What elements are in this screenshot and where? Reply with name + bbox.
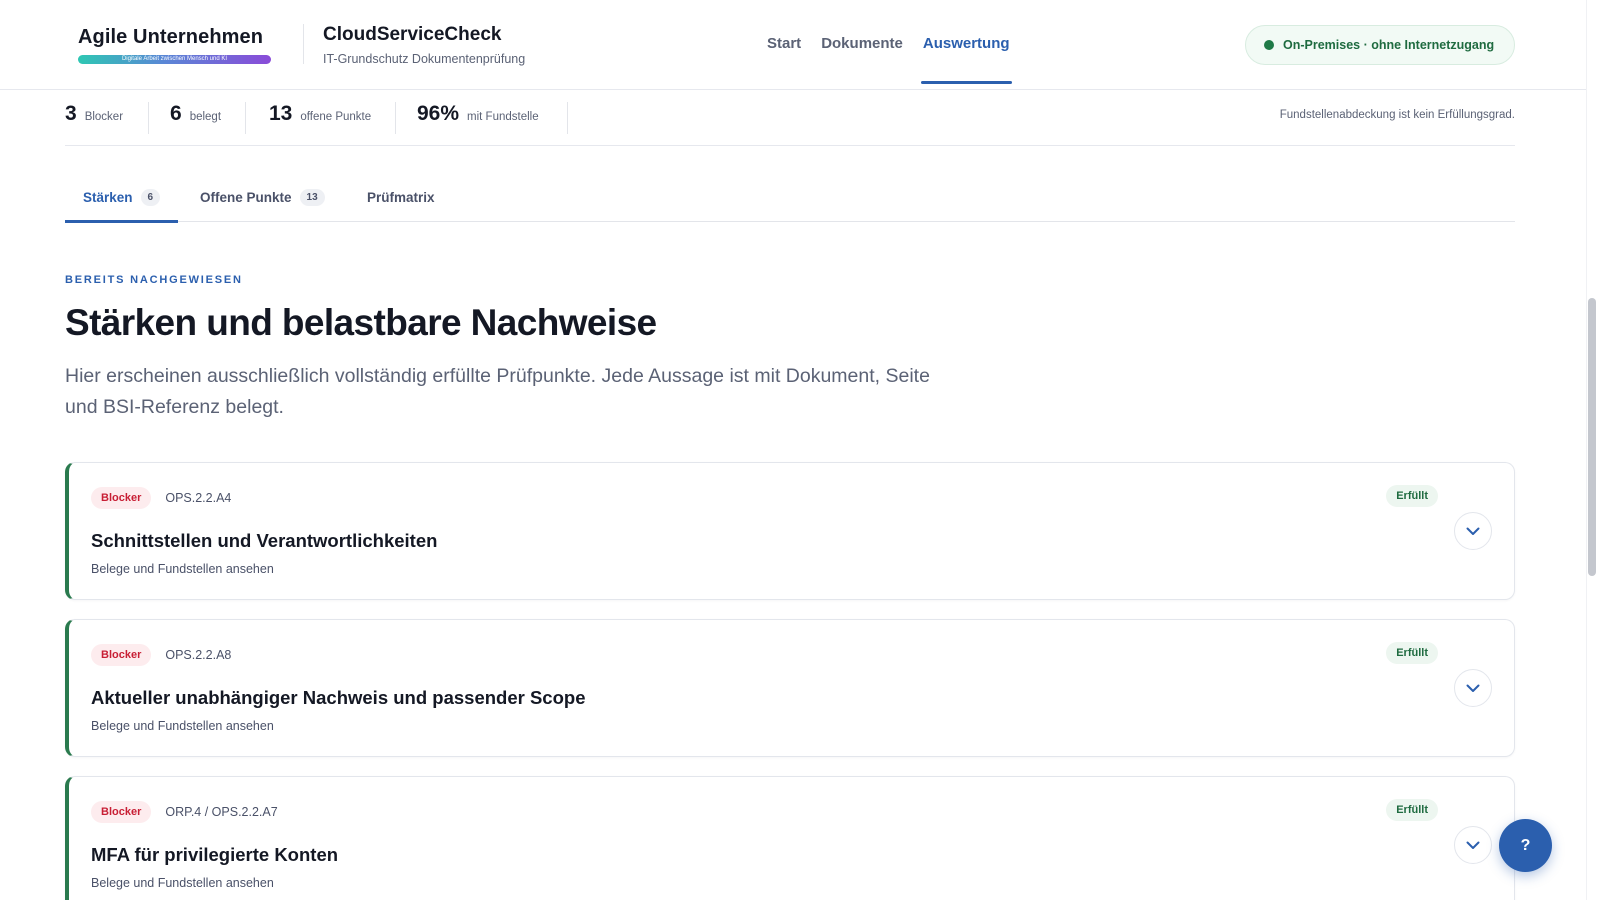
help-button[interactable]: ? [1499,819,1552,872]
chevron-down-icon [1466,684,1480,692]
card-meta: Blocker OPS.2.2.A4 [91,487,231,509]
tab-label: Offene Punkte [200,189,292,205]
stat-divider [148,102,149,134]
product-title-block: CloudServiceCheck IT-Grundschutz Dokumen… [323,24,525,66]
bsi-reference: OPS.2.2.A8 [165,648,232,662]
tab-offene-punkte[interactable]: Offene Punkte 13 [200,172,325,222]
product-subtitle: IT-Grundschutz Dokumentenprüfung [323,52,526,66]
main-nav: Start Dokumente Auswertung [767,0,1030,90]
brand-name: Agile Unternehmen [78,26,264,48]
finding-card[interactable]: Blocker OPS.2.2.A8 Aktueller unabhängige… [65,619,1515,757]
stat-value: 3 [65,102,77,125]
summary-stats: 3 Blocker 6 belegt 13 offene Punkte 96% … [65,90,1515,146]
expand-button[interactable] [1454,512,1492,550]
tab-pruefmatrix[interactable]: Prüfmatrix [367,172,435,222]
status-badge: Erfüllt [1386,642,1438,664]
status-badge: Erfüllt [1386,799,1438,821]
stat-offene-punkte: 13 offene Punkte [269,102,371,134]
blocker-badge: Blocker [91,644,152,666]
card-meta: Blocker ORP.4 / OPS.2.2.A7 [91,801,278,823]
card-title: Aktueller unabhängiger Nachweis und pass… [91,687,586,708]
app-header: Agile Unternehmen Digitale Arbeit zwisch… [0,0,1586,90]
expand-button[interactable] [1454,669,1492,707]
stat-label: offene Punkte [300,111,372,123]
card-title: Schnittstellen und Verantwortlichkeiten [91,530,438,551]
tab-staerken[interactable]: Stärken 6 [65,172,179,223]
section-title: Stärken und belastbare Nachweise [65,302,657,343]
card-title: MFA für privilegierte Konten [91,844,339,865]
section-eyebrow: BEREITS NACHGEWIESEN [65,274,243,286]
expand-button[interactable] [1454,826,1492,864]
stat-divider [245,102,246,134]
stat-label: belegt [189,111,222,123]
stat-fundstelle: 96% mit Fundstelle [417,102,539,134]
bsi-reference: OPS.2.2.A4 [165,491,232,505]
tab-label: Stärken [83,189,133,205]
brand-logo[interactable]: Agile Unternehmen Digitale Arbeit zwisch… [78,26,274,64]
stat-label: mit Fundstelle [467,111,539,123]
nav-item-dokumente[interactable]: Dokumente [821,0,903,90]
tab-label: Prüfmatrix [367,189,435,205]
stat-value: 13 [269,102,293,125]
evidence-link[interactable]: Belege und Fundstellen ansehen [91,719,274,733]
status-dot-icon [1264,40,1274,50]
stat-value: 6 [170,102,182,125]
stat-divider [395,102,396,134]
brand-tagline: Digitale Arbeit zwischen Mensch und KI [78,55,271,64]
environment-status-badge: On-Premises · ohne Internetzugang [1245,25,1515,65]
evidence-link[interactable]: Belege und Fundstellen ansehen [91,562,274,576]
section-description: Hier erscheinen ausschließlich vollständ… [65,365,930,418]
stats-note: Fundstellenabdeckung ist kein Erfüllungs… [1279,109,1515,121]
chevron-down-icon [1466,841,1480,849]
tab-count-badge: 13 [299,188,325,206]
scrollbar-thumb[interactable] [1588,298,1596,576]
finding-card[interactable]: Blocker OPS.2.2.A4 Schnittstellen und Ve… [65,462,1515,600]
blocker-badge: Blocker [91,801,152,823]
stat-value: 96% [417,102,460,125]
status-badge: Erfüllt [1386,485,1438,507]
tab-count-badge: 6 [140,188,161,206]
product-name: CloudServiceCheck [323,24,502,45]
chevron-down-icon [1466,527,1480,535]
stat-blocker: 3 Blocker [65,102,123,134]
header-divider [303,24,304,64]
stat-label: Blocker [84,111,124,123]
stat-belegt: 6 belegt [170,102,221,134]
blocker-badge: Blocker [91,487,152,509]
environment-label: On-Premises · ohne Internetzugang [1283,38,1495,52]
finding-card[interactable]: Blocker ORP.4 / OPS.2.2.A7 MFA für privi… [65,776,1515,900]
nav-item-auswertung[interactable]: Auswertung [920,0,1012,90]
nav-item-start[interactable]: Start [767,0,801,90]
stat-divider [567,102,568,134]
evidence-link[interactable]: Belege und Fundstellen ansehen [91,876,274,890]
result-tabs: Stärken 6 Offene Punkte 13 Prüfmatrix [65,172,1515,223]
card-meta: Blocker OPS.2.2.A8 [91,644,231,666]
bsi-reference: ORP.4 / OPS.2.2.A7 [165,805,278,819]
help-icon: ? [1520,836,1531,854]
